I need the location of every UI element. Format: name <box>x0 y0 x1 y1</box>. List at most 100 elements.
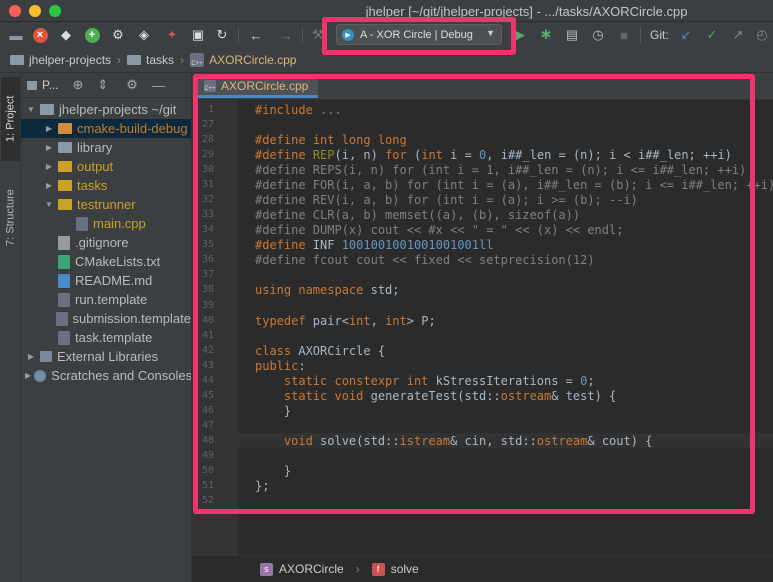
hide-icon[interactable]: — <box>152 78 165 93</box>
bug-icon[interactable]: ✦ <box>162 25 182 45</box>
git-commit-icon[interactable]: ✓ <box>702 25 722 45</box>
code-line[interactable]: } <box>255 404 291 418</box>
library-icon <box>40 351 52 362</box>
code-line[interactable]: #define REPS(i, n) for (int i = 1, i##_l… <box>255 163 746 177</box>
tree-item[interactable]: ▶ library <box>21 138 191 157</box>
tree-item-label: README.md <box>75 273 153 288</box>
tab-axorcircle-cpp[interactable]: C++ AXORCircle.cpp <box>198 77 319 98</box>
tree-item[interactable]: ▼ jhelper-projects ~/git <box>21 100 191 119</box>
code-line[interactable]: class AXORCircle { <box>255 344 385 358</box>
tree-item[interactable]: ▶ External Libraries <box>21 347 191 366</box>
breadcrumb-class[interactable]: s AXORCircle <box>260 562 344 576</box>
bookmark-icon[interactable]: ◈ <box>134 25 154 45</box>
run-configuration-selector[interactable]: ▶ A - XOR Circle | Debug ▼ <box>336 24 502 45</box>
tree-item-label: tasks <box>77 178 108 193</box>
code-line[interactable]: #define REP(i, n) for (int i = 0, i##_le… <box>255 148 732 162</box>
code-line[interactable]: #define DUMP(x) cout << #x << " = " << (… <box>255 223 623 237</box>
tree-item[interactable]: run.template <box>21 290 191 309</box>
chevron-right-icon[interactable]: ▶ <box>43 181 55 190</box>
line-number: 36 <box>201 254 214 266</box>
tree-item[interactable]: submission.template <box>21 309 191 328</box>
chevron-right-icon[interactable]: ▶ <box>25 352 37 361</box>
profile-icon[interactable]: ◷ <box>588 25 608 45</box>
breadcrumb-file[interactable]: C++ AXORCircle.cpp <box>190 53 296 67</box>
code-line[interactable]: #define CLR(a, b) memset((a), (b), sizeo… <box>255 208 580 222</box>
code-line[interactable]: #define INF 1001001001001001001ll <box>255 238 493 252</box>
gear-icon[interactable]: ⚙ <box>108 25 128 45</box>
tool-window-strip: 1: Project 7: Structure <box>0 73 21 582</box>
collapse-icon[interactable]: ⇕ <box>97 77 108 93</box>
chevron-right-icon[interactable]: ▶ <box>25 371 31 380</box>
pin-icon[interactable]: ◆ <box>56 25 76 45</box>
stop-icon[interactable]: ■ <box>614 25 634 45</box>
tree-item[interactable]: .gitignore <box>21 233 191 252</box>
run-icon[interactable]: ▶ <box>510 25 530 45</box>
folder-icon <box>58 199 72 210</box>
code-line[interactable]: static constexpr int kStressIterations =… <box>255 374 595 388</box>
code-line[interactable]: #define FOR(i, a, b) for (int i = (a), i… <box>255 178 773 192</box>
breadcrumb-tasks[interactable]: tasks <box>127 53 174 67</box>
code-line[interactable]: } <box>255 464 291 478</box>
code-line[interactable]: #define fcout cout << fixed << setprecis… <box>255 253 595 267</box>
git-push-icon[interactable]: ↗ <box>728 25 748 45</box>
code-line[interactable]: void solve(std::istream& cin, std::ostre… <box>255 434 653 448</box>
file-icon <box>58 292 70 307</box>
project-view-selector[interactable]: P... <box>42 78 58 92</box>
tree-item[interactable]: ▶ tasks <box>21 176 191 195</box>
code-line[interactable]: using namespace std; <box>255 283 400 297</box>
tab-project[interactable]: 1: Project <box>1 77 20 161</box>
run-config-label: A - XOR Circle | Debug <box>360 28 473 41</box>
code-line[interactable]: #define int long long <box>255 133 407 147</box>
refresh-icon[interactable]: ↻ <box>212 25 232 45</box>
tree-item[interactable]: CMakeLists.txt <box>21 252 191 271</box>
tree-item[interactable]: ▼ testrunner <box>21 195 191 214</box>
back-arrow-icon[interactable]: ← <box>246 25 266 45</box>
debug-icon[interactable]: ✱ <box>536 25 556 45</box>
tree-item[interactable]: task.template <box>21 328 191 347</box>
gear-icon[interactable]: ⚙ <box>126 77 138 93</box>
forward-arrow-icon[interactable]: → <box>276 25 296 45</box>
chevron-down-icon[interactable]: ▼ <box>43 200 55 209</box>
tree-item-label: main.cpp <box>93 216 146 231</box>
git-history-icon[interactable]: ◴ <box>752 25 772 45</box>
file-icon <box>58 254 70 269</box>
line-number: 39 <box>201 299 214 311</box>
locate-icon[interactable]: ⊕ <box>72 77 83 93</box>
tab-structure[interactable]: 7: Structure <box>1 175 20 261</box>
tree-item[interactable]: ▶ cmake-build-debug <box>21 119 191 138</box>
tree-item[interactable]: main.cpp <box>21 214 191 233</box>
open-folder-icon[interactable]: ▬ <box>6 25 26 45</box>
code-line[interactable]: public: <box>255 359 306 373</box>
code-line[interactable]: typedef pair<int, int> P; <box>255 314 436 328</box>
code-line[interactable]: #define REV(i, a, b) for (int i = (a); i… <box>255 193 638 207</box>
save-icon[interactable]: ▣ <box>188 25 208 45</box>
line-number: 37 <box>201 269 214 281</box>
chevron-down-icon[interactable]: ▼ <box>25 105 37 114</box>
chevron-right-icon[interactable]: ▶ <box>43 162 55 171</box>
line-number: 49 <box>201 449 214 461</box>
tree-item[interactable]: README.md <box>21 271 191 290</box>
line-number: 48 <box>201 434 214 446</box>
hammer-icon[interactable]: ⚒ <box>308 25 328 45</box>
chevron-right-icon[interactable]: ▶ <box>43 124 55 133</box>
editor-tab-bar: C++ AXORCircle.cpp <box>192 73 773 100</box>
code-line[interactable]: }; <box>255 479 269 493</box>
breadcrumb-function[interactable]: f solve <box>371 562 419 576</box>
add-green-icon[interactable]: + <box>82 25 102 45</box>
git-update-icon[interactable]: ↙ <box>676 25 696 45</box>
close-red-icon[interactable]: × <box>30 25 50 45</box>
line-number: 44 <box>201 374 214 386</box>
breadcrumb-project[interactable]: jhelper-projects <box>10 53 111 67</box>
chevron-right-icon[interactable]: ▶ <box>43 143 55 152</box>
line-number: 38 <box>201 284 214 296</box>
coverage-icon[interactable]: ▤ <box>562 25 582 45</box>
tree-item[interactable]: ▶ output <box>21 157 191 176</box>
code-line[interactable]: static void generateTest(std::ostream& t… <box>255 389 616 403</box>
tree-item-label: library <box>77 140 113 155</box>
project-tree: ▼ jhelper-projects ~/git ▶ cmake-build-debu… <box>21 98 191 385</box>
breadcrumb-separator: › <box>117 53 122 67</box>
tree-item[interactable]: ▶ Scratches and Consoles <box>21 366 191 385</box>
line-number: 40 <box>201 314 214 326</box>
function-icon: f <box>371 562 385 576</box>
code-line[interactable]: #include ... <box>255 103 342 117</box>
